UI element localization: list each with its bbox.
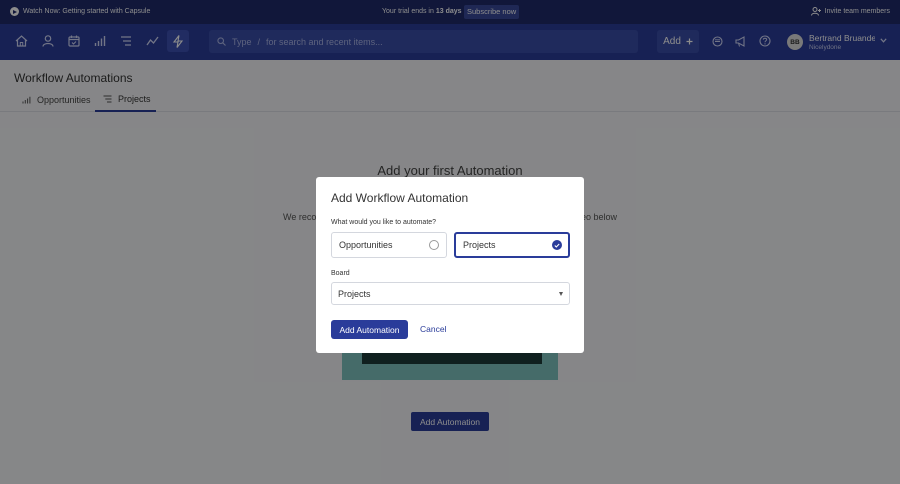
option-opportunities[interactable]: Opportunities	[331, 232, 447, 258]
add-automation-dialog: Add Workflow Automation What would you l…	[316, 177, 584, 353]
board-select[interactable]: Projects	[331, 282, 570, 305]
dialog-add-automation-button[interactable]: Add Automation	[331, 320, 408, 339]
dropdown-arrow-icon	[559, 292, 563, 296]
option-opportunities-label: Opportunities	[339, 240, 393, 250]
radio-unchecked-icon	[429, 240, 439, 250]
board-select-value: Projects	[338, 288, 371, 299]
check-circle-icon	[552, 240, 562, 250]
option-projects[interactable]: Projects	[454, 232, 570, 258]
option-projects-label: Projects	[463, 240, 496, 250]
automate-question-label: What would you like to automate?	[331, 219, 437, 226]
dialog-title: Add Workflow Automation	[331, 191, 469, 205]
dialog-cancel-button[interactable]: Cancel	[420, 324, 446, 334]
board-label: Board	[331, 270, 350, 277]
